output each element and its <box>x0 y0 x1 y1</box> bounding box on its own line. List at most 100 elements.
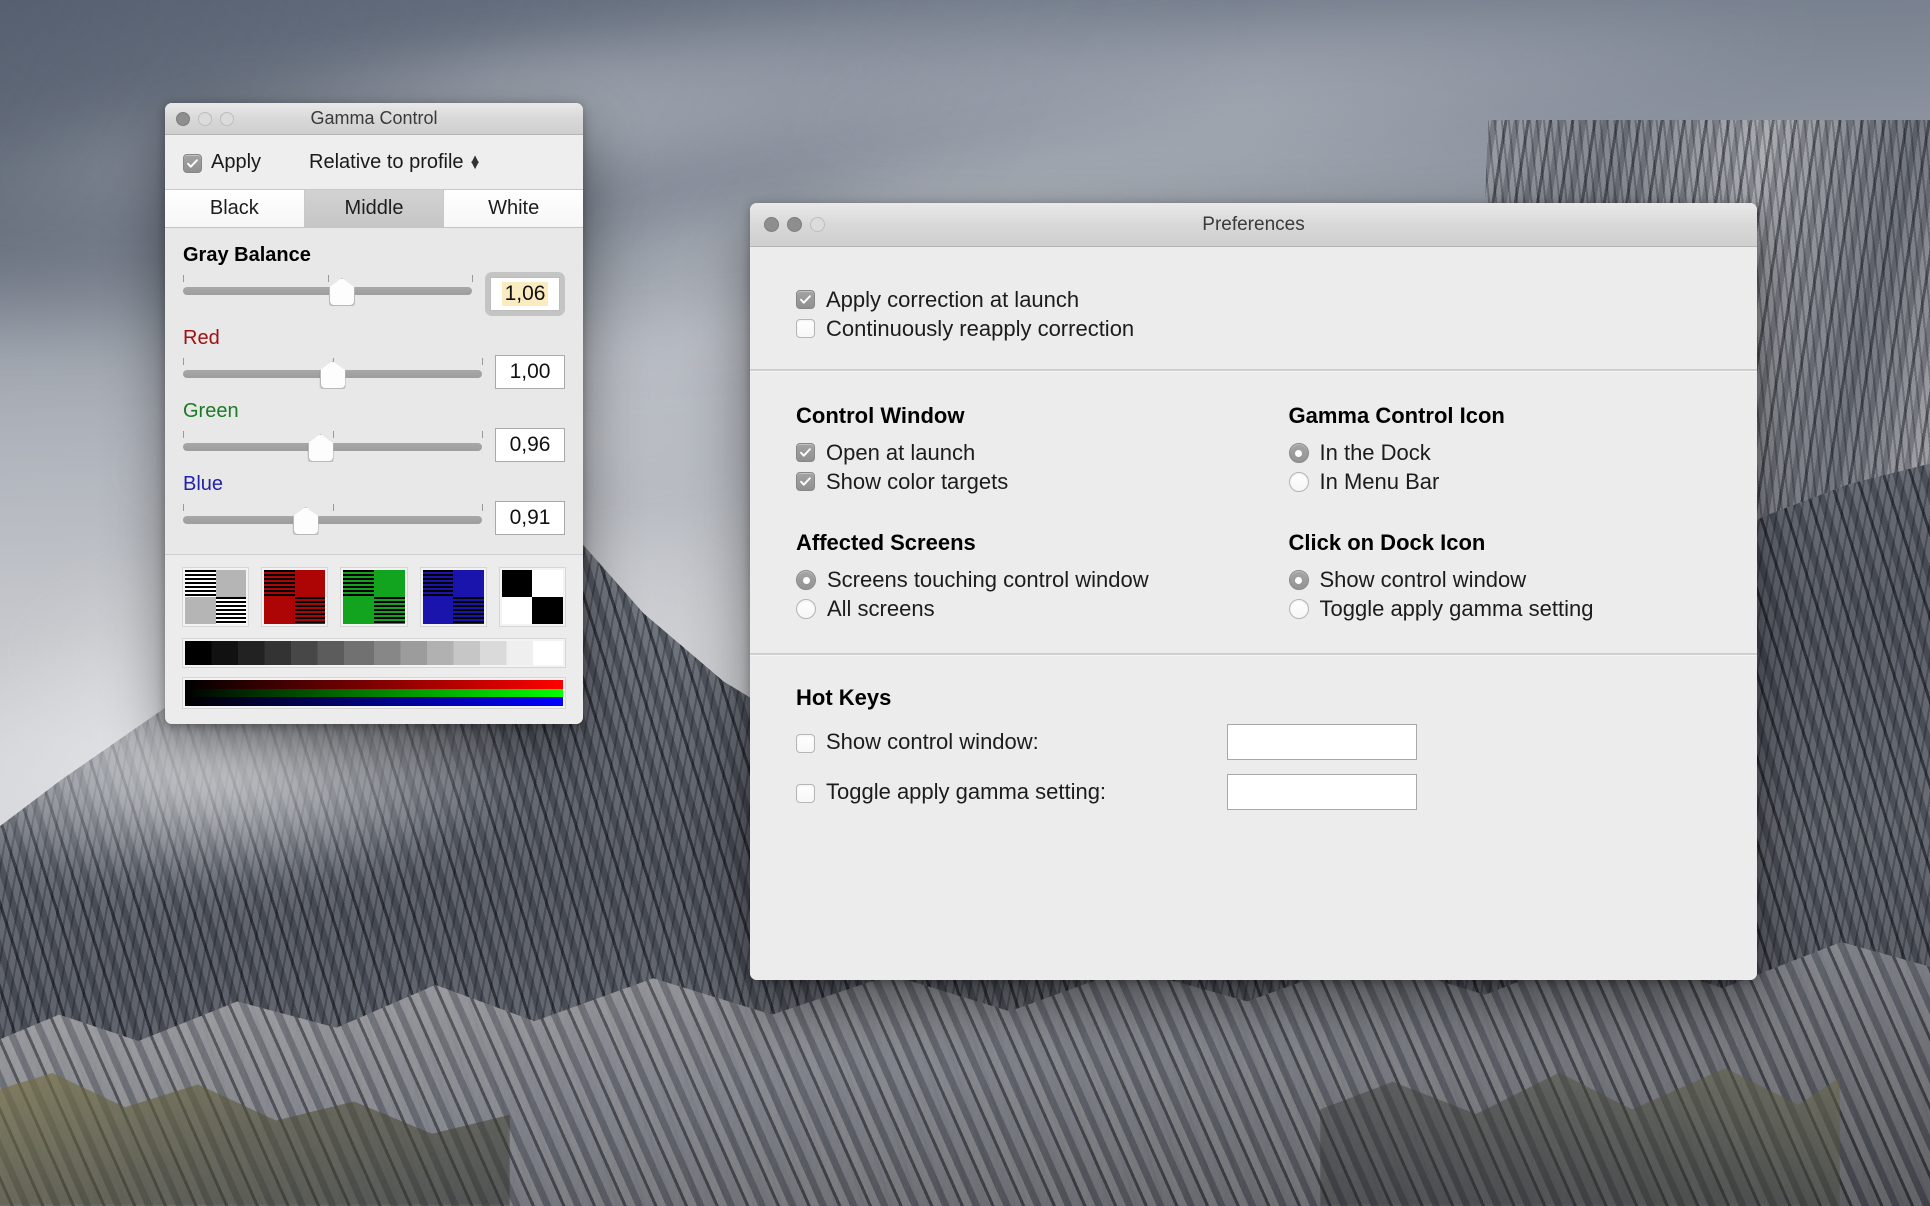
green-value-field[interactable]: 0,96 <box>495 428 565 462</box>
show-color-targets-checkbox[interactable] <box>796 472 815 491</box>
preferences-window[interactable]: Preferences Apply correction at launch C… <box>750 203 1757 980</box>
option-in-menu-bar[interactable]: In Menu Bar <box>1288 469 1712 494</box>
segment-black[interactable]: Black <box>165 190 305 227</box>
affected-screens-heading: Affected Screens <box>796 530 976 555</box>
checkmark-icon <box>800 448 811 457</box>
slider-ticks <box>183 275 473 284</box>
blue-value-field[interactable]: 0,91 <box>495 501 565 535</box>
in-menu-bar-radio[interactable] <box>1288 472 1309 492</box>
hotkey-toggle-apply-gamma-setting-checkbox[interactable] <box>796 783 815 803</box>
toggle-apply-gamma-setting-radio[interactable] <box>1288 599 1309 619</box>
prefs-titlebar[interactable]: Preferences <box>750 203 1757 247</box>
prefs-top-section: Apply correction at launch Continuously … <box>750 247 1757 369</box>
show-control-window-radio[interactable] <box>1288 570 1309 590</box>
option-show-control-window[interactable]: Show control window <box>1288 567 1712 592</box>
segment-middle[interactable]: Middle <box>304 190 445 227</box>
checkmark-icon <box>800 295 811 304</box>
hotkey-row-toggle-apply-gamma-setting: Toggle apply gamma setting: <box>796 774 1711 810</box>
zoom-button-icon[interactable] <box>810 217 825 232</box>
slider-gray-balance[interactable] <box>183 272 473 306</box>
prefs-body: Apply correction at launch Continuously … <box>750 247 1757 980</box>
blue-value: 0,91 <box>509 506 551 529</box>
apply-checkbox-row[interactable]: Apply <box>183 151 261 174</box>
red-target-patch[interactable] <box>262 568 328 626</box>
minimize-button-icon[interactable] <box>198 111 212 126</box>
in-the-dock-radio[interactable] <box>1288 443 1309 463</box>
gamma-control-window[interactable]: Gamma Control Apply Relative to profile … <box>165 103 583 724</box>
gamma-control-icon-heading: Gamma Control Icon <box>1288 403 1505 428</box>
in-the-dock-label: In the Dock <box>1319 440 1431 465</box>
slider-track[interactable] <box>183 434 482 462</box>
slider-block-blue: Blue 0,91 <box>183 473 565 535</box>
slider-label-blue: Blue <box>183 473 224 495</box>
all-screens-radio[interactable] <box>796 599 816 619</box>
gamma-titlebar[interactable]: Gamma Control <box>165 103 583 135</box>
gamma-traffic-lights[interactable] <box>176 111 234 126</box>
option-all-screens[interactable]: All screens <box>796 598 1219 620</box>
apply-checkbox[interactable] <box>183 153 202 173</box>
hotkey-toggle-apply-gamma-setting-field[interactable] <box>1227 774 1417 810</box>
open-at-launch-label: Open at launch <box>826 440 976 465</box>
slider-label-red: Red <box>183 327 220 349</box>
slider-block-red: Red 1,00 <box>183 327 565 389</box>
group-click-on-dock-icon: Click on Dock Icon Show control window T… <box>1288 530 1712 621</box>
screens-touching-control-window-radio[interactable] <box>796 570 816 590</box>
gray-balance-value-focus-ring: 1,06 <box>485 272 565 316</box>
prefs-traffic-lights[interactable] <box>764 217 825 232</box>
option-in-the-dock[interactable]: In the Dock <box>1288 440 1712 465</box>
green-value: 0,96 <box>509 433 551 456</box>
gray-target-patch[interactable] <box>183 568 249 626</box>
segment-white[interactable]: White <box>444 190 583 227</box>
slider-green[interactable] <box>183 428 483 462</box>
blue-ramp <box>185 697 563 707</box>
zoom-button-icon[interactable] <box>220 111 234 126</box>
hotkey-toggle-apply-gamma-setting-label: Toggle apply gamma setting: <box>826 779 1107 804</box>
tone-segmented-control[interactable]: Black Middle White <box>165 190 583 228</box>
open-at-launch-checkbox[interactable] <box>796 443 815 462</box>
show-control-window-label: Show control window <box>1319 567 1527 592</box>
hotkey-show-control-window-field[interactable] <box>1227 724 1417 760</box>
color-target-patches[interactable] <box>183 568 566 626</box>
option-open-at-launch[interactable]: Open at launch <box>796 440 1219 465</box>
option-toggle-apply-gamma-setting[interactable]: Toggle apply gamma setting <box>1288 596 1712 621</box>
apply-label: Apply <box>211 150 262 173</box>
option-show-color-targets[interactable]: Show color targets <box>796 471 1219 493</box>
green-ramp <box>185 688 563 698</box>
color-targets-area <box>165 554 583 724</box>
option-continuously-reapply-correction[interactable]: Continuously reapply correction <box>796 316 1711 341</box>
gray-balance-value: 1,06 <box>501 282 549 306</box>
continuously-reapply-correction-checkbox[interactable] <box>796 319 815 338</box>
checkmark-icon <box>187 158 198 168</box>
option-apply-correction-at-launch[interactable]: Apply correction at launch <box>796 287 1711 312</box>
in-menu-bar-label: In Menu Bar <box>1319 469 1440 494</box>
prefs-window-title: Preferences <box>1202 213 1305 235</box>
apply-correction-at-launch-checkbox[interactable] <box>796 290 815 309</box>
slider-blue[interactable] <box>183 501 483 535</box>
slider-red[interactable] <box>183 355 483 389</box>
rgb-ramp <box>183 678 565 708</box>
green-target-patch[interactable] <box>341 568 407 626</box>
toggle-apply-gamma-setting-label: Toggle apply gamma setting <box>1319 596 1594 621</box>
profile-mode-popup[interactable]: Relative to profile ▲ ▼ <box>309 151 481 174</box>
slider-track[interactable] <box>183 361 482 389</box>
minimize-button-icon[interactable] <box>787 217 802 232</box>
option-screens-touching-control-window[interactable]: Screens touching control window <box>796 569 1219 591</box>
click-on-dock-icon-heading: Click on Dock Icon <box>1288 530 1486 555</box>
prefs-right-column: Gamma Control Icon In the Dock In Menu B… <box>1219 403 1712 627</box>
hot-keys-heading: Hot Keys <box>796 685 892 710</box>
slider-track[interactable] <box>183 507 482 535</box>
red-value-field[interactable]: 1,00 <box>495 355 565 389</box>
slider-track[interactable] <box>183 278 472 306</box>
continuously-reapply-correction-label: Continuously reapply correction <box>826 316 1135 341</box>
apply-correction-at-launch-label: Apply correction at launch <box>826 287 1080 312</box>
close-button-icon[interactable] <box>764 217 779 232</box>
slider-ticks <box>183 504 483 513</box>
black-white-target-patch[interactable] <box>499 568 566 626</box>
blue-target-patch[interactable] <box>420 568 486 626</box>
close-button-icon[interactable] <box>176 111 190 126</box>
hotkey-show-control-window-checkbox[interactable] <box>796 733 815 753</box>
prefs-hotkeys-section: Hot Keys Show control window: Toggle app… <box>750 655 1757 842</box>
gray-balance-value-field[interactable]: 1,06 <box>490 277 560 311</box>
